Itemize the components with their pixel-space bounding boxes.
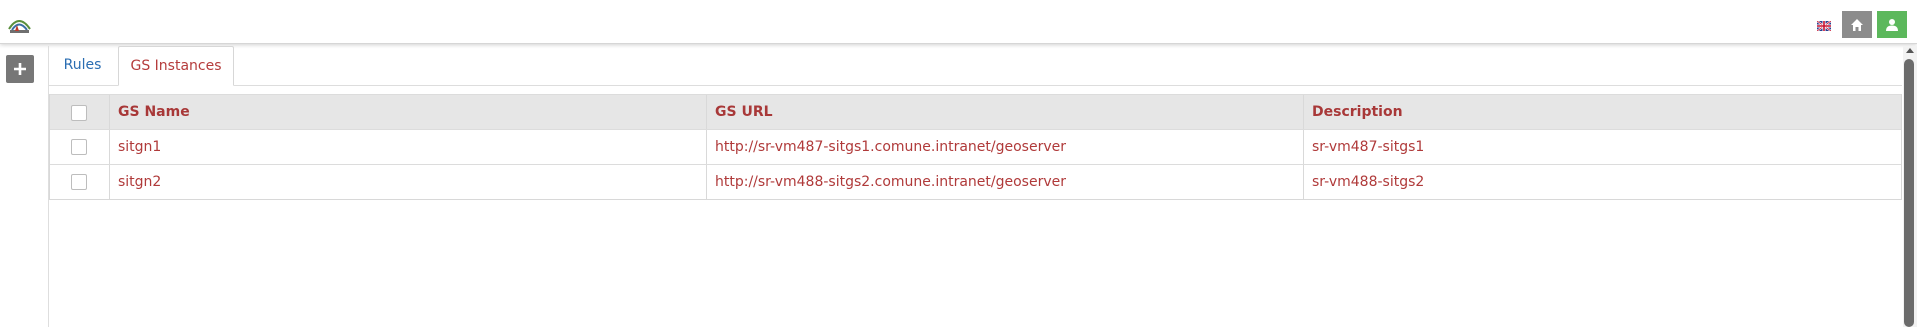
tab-rules[interactable]: Rules [49, 46, 116, 85]
home-icon [1851, 18, 1863, 31]
gs-instances-table: GS Name GS URL Description sitgn1 http:/… [49, 94, 1902, 200]
scrollbar-thumb[interactable] [1904, 59, 1914, 327]
logo-icon [8, 20, 31, 33]
select-all-checkbox[interactable] [71, 105, 87, 121]
top-header-bar [0, 0, 1917, 44]
row-checkbox[interactable] [71, 174, 87, 190]
gs-url-cell[interactable]: http://sr-vm487-sitgs1.comune.intranet/g… [707, 130, 1304, 164]
row-select-cell [50, 130, 110, 164]
home-button[interactable] [1842, 11, 1872, 38]
plus-icon [14, 63, 26, 75]
gs-url-cell[interactable]: http://sr-vm488-sitgs2.comune.intranet/g… [707, 165, 1304, 199]
description-cell[interactable]: sr-vm488-sitgs2 [1304, 165, 1901, 199]
uk-flag-icon[interactable] [1816, 19, 1832, 32]
add-button[interactable] [6, 55, 34, 83]
gs-name-cell[interactable]: sitgn2 [110, 165, 707, 199]
tab-gs-instances[interactable]: GS Instances [118, 46, 234, 86]
description-cell[interactable]: sr-vm487-sitgs1 [1304, 130, 1901, 164]
select-all-cell [50, 95, 110, 129]
user-button[interactable] [1877, 11, 1907, 38]
user-icon [1886, 18, 1898, 31]
gs-name-cell[interactable]: sitgn1 [110, 130, 707, 164]
table-row[interactable]: sitgn1 http://sr-vm487-sitgs1.comune.int… [50, 129, 1901, 164]
tab-bar: Rules GS Instances [49, 46, 1902, 86]
table-row[interactable]: sitgn2 http://sr-vm488-sitgs2.comune.int… [50, 164, 1901, 199]
column-header-description[interactable]: Description [1304, 95, 1901, 129]
scroll-up-arrow-icon[interactable] [1906, 48, 1914, 53]
column-header-gs-name[interactable]: GS Name [110, 95, 707, 129]
table-header-row: GS Name GS URL Description [50, 94, 1901, 129]
row-checkbox[interactable] [71, 139, 87, 155]
column-header-gs-url[interactable]: GS URL [707, 95, 1304, 129]
app-logo[interactable] [6, 9, 33, 36]
row-select-cell [50, 165, 110, 199]
